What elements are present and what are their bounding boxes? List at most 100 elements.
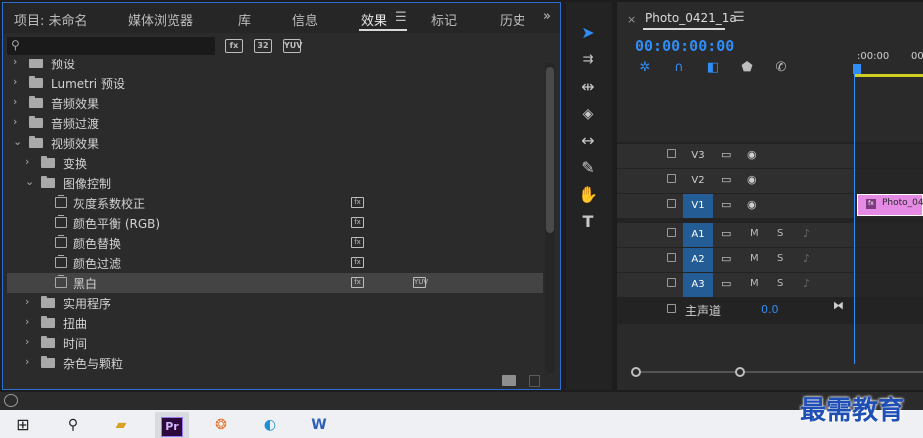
nest-toggle-icon[interactable]: ✲	[637, 60, 653, 76]
sequence-tab-title[interactable]: Photo_0421_1a	[645, 11, 737, 25]
lock-icon[interactable]	[667, 278, 676, 287]
zoom-handle-right[interactable]	[735, 367, 745, 377]
chevron-right-icon[interactable]: ›	[25, 315, 29, 328]
sync-status-icon[interactable]	[4, 394, 18, 407]
premiere-pro-taskbar-button[interactable]: Pr	[155, 412, 189, 438]
word-icon[interactable]: W	[304, 412, 334, 438]
lock-icon[interactable]	[667, 199, 676, 208]
track-name[interactable]: A2	[683, 248, 713, 272]
eye-icon[interactable]: ◉	[747, 148, 757, 161]
panel-menu-icon[interactable]: ☰	[395, 10, 407, 25]
sync-lock-icon[interactable]: ▭	[721, 148, 731, 161]
tree-folder-image-control[interactable]: ⌄ 图像控制	[7, 173, 543, 193]
master-volume-value[interactable]: 0.0	[761, 303, 779, 316]
track-select-tool-icon[interactable]: ⇉	[576, 49, 600, 71]
hand-tool-icon[interactable]: ✋	[576, 184, 600, 206]
tree-effect-gamma-correction[interactable]: 灰度系数校正 fx	[7, 193, 543, 213]
file-explorer-icon[interactable]: ▰	[106, 412, 136, 438]
tree-folder-audio-effects[interactable]: › 音频效果	[7, 93, 543, 113]
ripple-edit-tool-icon[interactable]: ⇹	[576, 76, 600, 98]
track-name[interactable]: A3	[683, 273, 713, 297]
tree-folder-distort[interactable]: › 扭曲	[7, 313, 543, 333]
solo-button[interactable]: S	[777, 278, 783, 289]
track-lane-a2[interactable]	[854, 248, 923, 272]
track-lane-v2[interactable]	[854, 169, 923, 193]
playhead-handle[interactable]	[853, 64, 861, 74]
sync-lock-icon[interactable]: ▭	[721, 227, 731, 240]
yuv-effects-filter[interactable]: YUV	[283, 39, 302, 53]
tree-folder-transform[interactable]: › 变换	[7, 153, 543, 173]
tab-project[interactable]: 项目: 未命名	[14, 10, 88, 29]
search-input[interactable]: ⚲	[7, 37, 215, 55]
chevron-right-icon[interactable]: ›	[13, 59, 17, 68]
track-name[interactable]: A1	[683, 223, 713, 247]
lock-icon[interactable]	[667, 253, 676, 262]
microphone-icon[interactable]: ♪	[803, 227, 810, 240]
lock-icon[interactable]	[667, 149, 676, 158]
work-area-bar[interactable]	[854, 74, 923, 77]
wrench-icon[interactable]: ✆	[773, 60, 789, 76]
eye-icon[interactable]: ◉	[747, 173, 757, 186]
solo-button[interactable]: S	[777, 253, 783, 264]
chevron-right-icon[interactable]: ›	[13, 115, 17, 128]
sync-lock-icon[interactable]: ▭	[721, 277, 731, 290]
chevron-down-icon[interactable]: ⌄	[13, 135, 22, 148]
tab-media-browser[interactable]: 媒体浏览器	[128, 10, 193, 29]
chevron-right-icon[interactable]: ›	[13, 75, 17, 88]
tree-effect-color-balance-rgb[interactable]: 颜色平衡 (RGB) fx	[7, 213, 543, 233]
lock-icon[interactable]	[667, 228, 676, 237]
sync-lock-icon[interactable]: ▭	[721, 173, 731, 186]
tab-libraries[interactable]: 库	[238, 10, 251, 29]
mute-button[interactable]: M	[750, 278, 759, 289]
tab-history[interactable]: 历史	[500, 10, 524, 29]
tree-folder-video-effects[interactable]: ⌄ 视频效果	[7, 133, 543, 153]
lock-icon[interactable]	[667, 304, 676, 313]
tab-effects[interactable]: 效果	[361, 10, 387, 29]
tree-folder-lumetri-presets[interactable]: › Lumetri 预设	[7, 73, 543, 93]
solo-button[interactable]: S	[777, 228, 783, 239]
trash-icon[interactable]	[529, 375, 540, 387]
chevron-right-icon[interactable]: ›	[25, 155, 29, 168]
timeline-clip[interactable]: fx Photo_042	[857, 194, 923, 216]
selection-tool-icon[interactable]: ➤	[576, 22, 600, 44]
tree-scrollbar[interactable]	[545, 63, 555, 373]
track-lane-v3[interactable]	[854, 144, 923, 168]
mute-button[interactable]: M	[750, 253, 759, 264]
tree-folder-time[interactable]: › 时间	[7, 333, 543, 353]
new-bin-icon[interactable]	[502, 375, 516, 386]
chevron-right-icon[interactable]: ›	[25, 355, 29, 368]
edge-browser-icon[interactable]: ◐	[255, 412, 285, 438]
chevron-right-icon[interactable]: ›	[13, 95, 17, 108]
sync-lock-icon[interactable]: ▭	[721, 198, 731, 211]
tree-folder-presets[interactable]: › 预设	[7, 59, 543, 73]
tree-effect-color-pass[interactable]: 颜色过滤 fx	[7, 253, 543, 273]
tree-folder-noise-grain[interactable]: › 杂色与颗粒	[7, 353, 543, 373]
microphone-icon[interactable]: ♪	[803, 277, 810, 290]
tab-info[interactable]: 信息	[292, 10, 318, 29]
razor-tool-icon[interactable]: ◈	[576, 103, 600, 125]
sync-lock-icon[interactable]: ▭	[721, 252, 731, 265]
panel-menu-icon[interactable]: ☰	[733, 10, 745, 25]
track-name[interactable]: V3	[683, 144, 713, 168]
snap-icon[interactable]: ∩	[671, 60, 687, 76]
zoom-scrollbar[interactable]	[633, 371, 923, 373]
track-name[interactable]: V1	[683, 194, 713, 218]
close-icon[interactable]: ×	[627, 13, 636, 26]
tree-effect-black-white[interactable]: 黑白 fx YUV	[7, 273, 543, 293]
track-lane-a1[interactable]	[854, 223, 923, 247]
track-name[interactable]: V2	[683, 169, 713, 193]
chevron-right-icon[interactable]: ›	[25, 335, 29, 348]
lock-icon[interactable]	[667, 174, 676, 183]
32bit-effects-filter[interactable]: 32	[254, 39, 272, 53]
mute-button[interactable]: M	[750, 228, 759, 239]
tree-folder-utility[interactable]: › 实用程序	[7, 293, 543, 313]
microphone-icon[interactable]: ♪	[803, 252, 810, 265]
search-icon[interactable]: ⚲	[58, 412, 88, 438]
playhead-timecode[interactable]: 00:00:00:00	[635, 37, 734, 55]
scrollbar-thumb[interactable]	[546, 67, 554, 233]
tree-folder-audio-transitions[interactable]: › 音频过渡	[7, 113, 543, 133]
accelerated-effects-filter[interactable]: fx	[225, 39, 243, 53]
tree-effect-color-replace[interactable]: 颜色替换 fx	[7, 233, 543, 253]
eye-icon[interactable]: ◉	[747, 198, 757, 211]
chevron-down-icon[interactable]: ⌄	[25, 175, 34, 188]
